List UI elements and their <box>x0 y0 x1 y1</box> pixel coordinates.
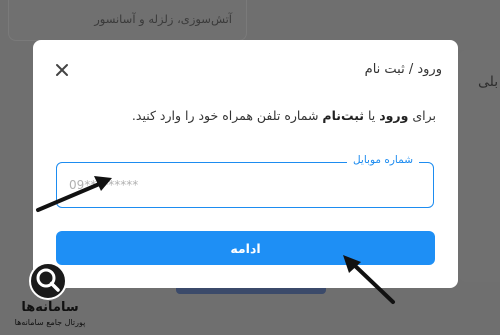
instruction-login: ورود <box>379 108 409 123</box>
instruction-prefix: برای <box>408 108 436 123</box>
site-logo: سامانه‌ها پورتال جامع سامانه‌ها <box>15 262 90 330</box>
logo-subtitle: پورتال جامع سامانه‌ها <box>14 318 86 327</box>
background-card-text: آتش‌سوزی، زلزله و آسانسور <box>94 12 232 26</box>
phone-field-label: شماره موبایل <box>346 154 419 166</box>
modal-title: ورود / ثبت نام <box>364 62 442 77</box>
close-icon <box>56 64 68 76</box>
background-card-insurance: آتش‌سوزی، زلزله و آسانسور <box>8 0 247 41</box>
continue-button[interactable]: ادامه <box>56 231 435 265</box>
login-instruction: برای ورود یا ثبت‌نام شماره تلفن همراه خو… <box>132 108 436 123</box>
magnifier-logo-icon <box>29 262 67 300</box>
instruction-or: یا <box>364 108 380 123</box>
background-card-right: بلی <box>458 50 500 282</box>
background-card-right-text: بلی <box>478 74 499 90</box>
login-modal: ورود / ثبت نام برای ورود یا ثبت‌نام شمار… <box>33 40 458 288</box>
phone-input[interactable] <box>69 175 369 195</box>
logo-name: سامانه‌ها <box>21 300 79 315</box>
instruction-signup: ثبت‌نام <box>322 108 364 123</box>
instruction-suffix: شماره تلفن همراه خود را وارد کنید. <box>131 108 323 123</box>
close-button[interactable] <box>55 62 69 76</box>
phone-field[interactable]: شماره موبایل <box>56 154 434 208</box>
